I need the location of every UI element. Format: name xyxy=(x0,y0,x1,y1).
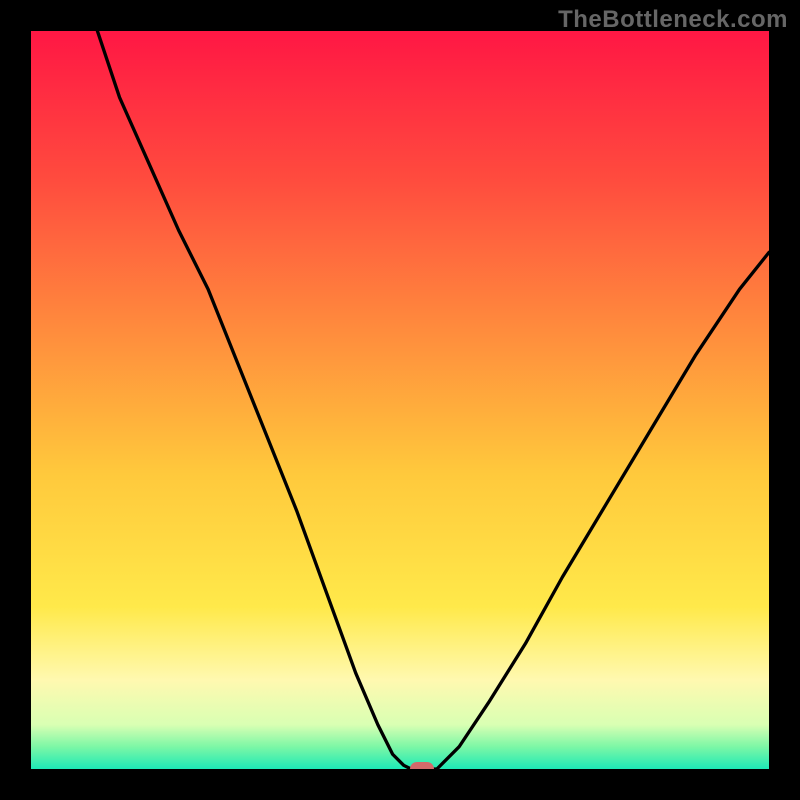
chart-frame: TheBottleneck.com xyxy=(0,0,800,800)
curve-path xyxy=(97,31,769,769)
plot-area xyxy=(31,31,769,769)
bottleneck-curve xyxy=(31,31,769,769)
watermark-text: TheBottleneck.com xyxy=(558,6,788,34)
optimal-marker xyxy=(410,762,434,769)
